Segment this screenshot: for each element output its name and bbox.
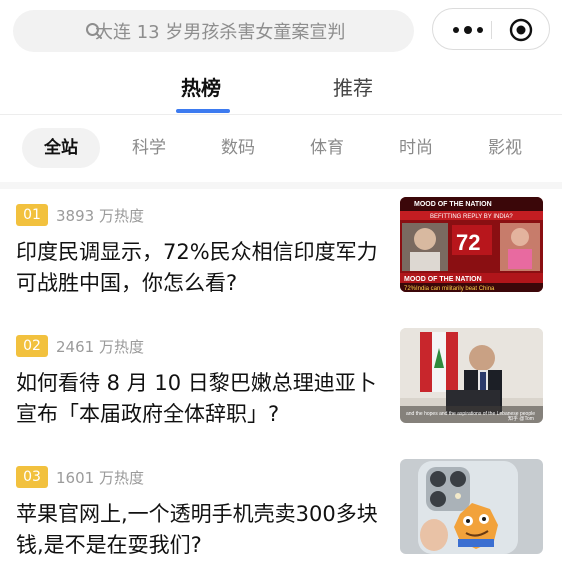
category-film[interactable]: 影视 xyxy=(480,128,530,168)
news-thumbnail[interactable]: and the hopes and the aspirations of the… xyxy=(400,328,543,423)
category-sports[interactable]: 体育 xyxy=(302,128,352,168)
rank-badge: 01 xyxy=(16,204,48,226)
thumb-watermark: 知乎 @Tom xyxy=(508,415,534,422)
more-options-button[interactable] xyxy=(453,26,483,34)
item-title[interactable]: 苹果官网上,一个透明手机壳卖300多块钱,是不是在耍我们? xyxy=(16,499,391,561)
tab-hot-list[interactable]: 热榜 xyxy=(181,72,221,101)
category-bar: 全站 科学 数码 体育 时尚 影视 xyxy=(0,124,562,170)
search-placeholder: 大连 13 岁男孩杀害女童案宣判 xyxy=(95,22,346,43)
main-tabs: 热榜 推荐 xyxy=(0,62,562,116)
close-target-icon[interactable] xyxy=(509,18,533,42)
search-icon xyxy=(86,23,102,39)
news-thumbnail[interactable] xyxy=(400,459,543,554)
heat-count: 3893 万热度 xyxy=(56,206,144,225)
category-science[interactable]: 科学 xyxy=(124,128,174,168)
news-thumbnail[interactable]: MOOD OF THE NATION BEFITTING REPLY BY IN… xyxy=(400,197,543,292)
rank-row: 02 2461 万热度 xyxy=(16,335,144,357)
search-box[interactable]: 大连 13 岁男孩杀害女童案宣判 xyxy=(13,10,414,52)
thumb-percent: 72 xyxy=(456,230,480,255)
thumb-ticker-top: MOOD OF THE NATION xyxy=(404,276,482,283)
rank-badge: 02 xyxy=(16,335,48,357)
active-tab-indicator xyxy=(176,109,230,113)
item-title[interactable]: 如何看待 8 月 10 日黎巴嫩总理迪亚卜宣布「本届政府全体辞职」? xyxy=(16,368,391,430)
mini-program-capsule xyxy=(432,8,550,50)
rank-row: 03 1601 万热度 xyxy=(16,466,144,488)
section-divider xyxy=(0,182,562,189)
thumb-subhead: BEFITTING REPLY BY INDIA? xyxy=(430,214,513,220)
top-bar: 大连 13 岁男孩杀害女童案宣判 xyxy=(0,0,562,62)
item-title[interactable]: 印度民调显示，72%民众相信印度军力可战胜中国，你怎么看? xyxy=(16,237,391,299)
rank-badge: 03 xyxy=(16,466,48,488)
tabs-divider xyxy=(0,114,562,115)
rank-row: 01 3893 万热度 xyxy=(16,204,144,226)
heat-count: 2461 万热度 xyxy=(56,337,144,356)
hot-list-item[interactable]: 03 1601 万热度 苹果官网上,一个透明手机壳卖300多块钱,是不是在耍我们… xyxy=(0,459,562,580)
category-fashion[interactable]: 时尚 xyxy=(391,128,441,168)
heat-count: 1601 万热度 xyxy=(56,468,144,487)
thumb-ticker-bottom: 72%India can militarily beat China xyxy=(404,286,495,292)
thumb-headline: MOOD OF THE NATION xyxy=(414,201,492,208)
hot-list-item[interactable]: 02 2461 万热度 如何看待 8 月 10 日黎巴嫩总理迪亚卜宣布「本届政府… xyxy=(0,328,562,455)
category-all[interactable]: 全站 xyxy=(22,128,100,168)
capsule-divider xyxy=(491,21,492,39)
hot-list-item[interactable]: 01 3893 万热度 印度民调显示，72%民众相信印度军力可战胜中国，你怎么看… xyxy=(0,197,562,324)
category-digital[interactable]: 数码 xyxy=(213,128,263,168)
tab-recommend[interactable]: 推荐 xyxy=(333,72,373,101)
